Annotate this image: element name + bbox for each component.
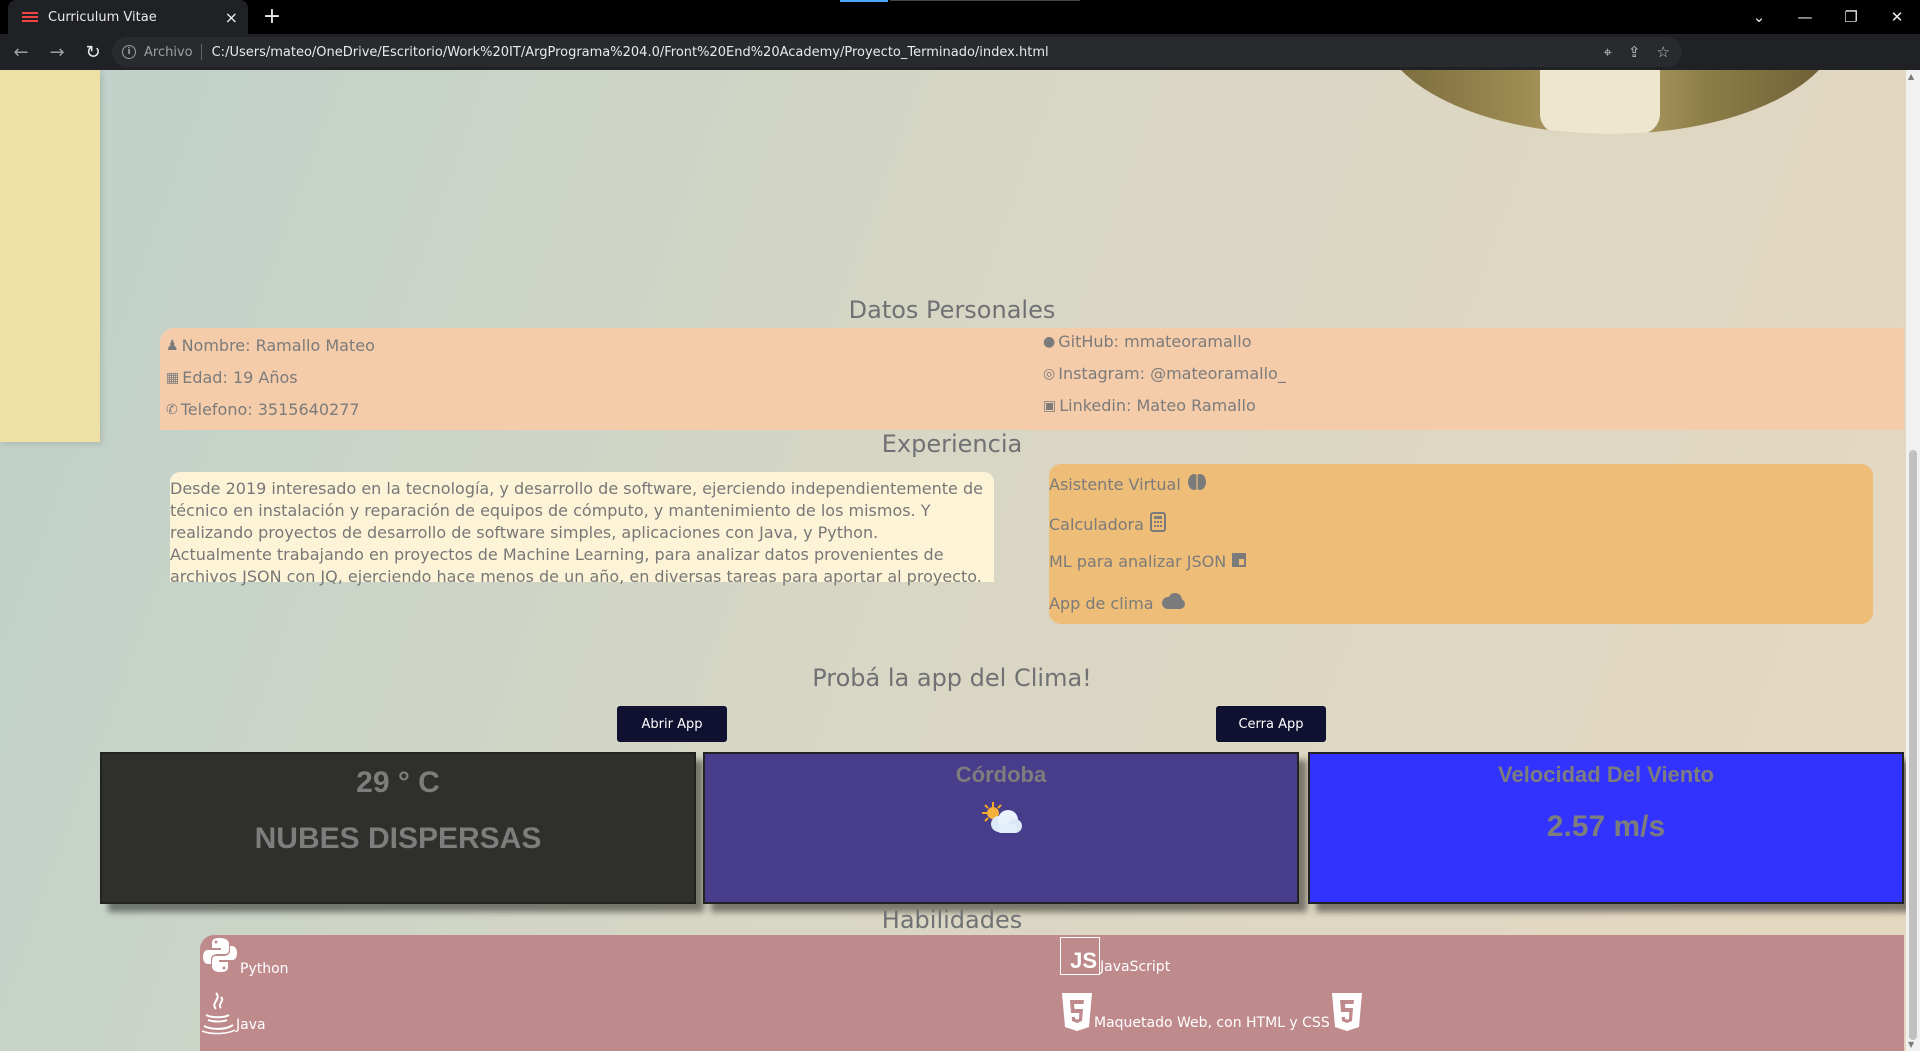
tab-favicon-icon (22, 12, 38, 22)
weather-description: NUBES DISPERSAS (254, 822, 542, 855)
page-viewport: Datos Personales ♟ Nombre: Ramallo Mateo… (0, 70, 1920, 1051)
weather-section-title: Probá la app del Clima! (812, 664, 1092, 692)
project-label[interactable]: Asistente Virtual (1049, 475, 1181, 494)
scrollbar-thumb[interactable] (1909, 450, 1917, 1040)
js-badge-text: JS (1070, 948, 1097, 973)
calculator-icon (1149, 512, 1166, 536)
skills-panel: Python JS JavaScript Java Maquetado Web,… (200, 935, 1904, 1051)
browser-tab[interactable]: Curriculum Vitae × (8, 0, 248, 34)
skill-python: Python (200, 935, 289, 979)
open-app-button[interactable]: Abrir App (617, 706, 727, 742)
scroll-down-arrow-icon[interactable]: ▼ (1908, 1040, 1914, 1049)
tab-title: Curriculum Vitae (48, 9, 157, 25)
project-item-asistente[interactable]: Asistente Virtual (1049, 472, 1207, 496)
css3-icon (1330, 991, 1364, 1037)
scroll-up-arrow-icon[interactable]: ▲ (1908, 72, 1914, 81)
browser-toolbar: ← → ↻ i Archivo C:/Users/mateo/OneDrive/… (0, 34, 1920, 97)
json-icon (1232, 552, 1247, 571)
forward-arrow-icon[interactable]: → (42, 42, 72, 63)
tab-search-icon[interactable]: ⌄ (1736, 0, 1782, 34)
site-info-icon[interactable]: i (122, 45, 136, 59)
personal-linkedin-text[interactable]: Linkedin: Mateo Ramallo (1059, 396, 1256, 415)
photo-figure (1540, 70, 1660, 134)
personal-github[interactable]: ● GitHub: mmateoramallo (1043, 332, 1251, 351)
skills-section-title: Habilidades (881, 906, 1023, 934)
cloud-icon (1160, 592, 1186, 614)
java-icon (200, 991, 236, 1039)
personal-name: ♟ Nombre: Ramallo Mateo (166, 336, 375, 355)
wind-value: 2.57 m/s (1546, 810, 1666, 843)
personal-data-panel: ♟ Nombre: Ramallo Mateo ▦ Edad: 19 Años … (160, 328, 1904, 430)
experience-paragraph-2: Actualmente trabajando en proyectos de M… (170, 545, 982, 586)
github-icon: ● (1043, 333, 1056, 350)
bookmark-star-icon[interactable]: ☆ (1657, 43, 1670, 61)
skill-html-css: Maquetado Web, con HTML y CSS (1060, 991, 1364, 1037)
close-window-button[interactable]: ✕ (1874, 0, 1920, 34)
experience-description: Desde 2019 interesado en la tecnología, … (170, 472, 994, 586)
restore-button[interactable]: ❐ (1828, 0, 1874, 34)
personal-phone: ✆ Telefono: 3515640277 (166, 400, 360, 419)
personal-age: ▦ Edad: 19 Años (166, 368, 298, 387)
share-icon[interactable]: ⇪ (1628, 43, 1641, 61)
projects-panel: Asistente Virtual Calculadora ML para an… (1049, 464, 1873, 624)
personal-section-title: Datos Personales (848, 296, 1056, 324)
project-label[interactable]: ML para analizar JSON (1049, 552, 1226, 571)
personal-age-text: Edad: 19 Años (182, 368, 298, 387)
linkedin-icon: ▣ (1043, 397, 1057, 414)
personal-name-text: Nombre: Ramallo Mateo (181, 336, 375, 355)
skill-java: Java (200, 991, 266, 1039)
personal-linkedin[interactable]: ▣ Linkedin: Mateo Ramallo (1043, 396, 1256, 415)
experience-section-title: Experiencia (881, 430, 1023, 458)
personal-instagram[interactable]: ◎ Instagram: @mateoramallo_ (1043, 364, 1286, 383)
tab-close-icon[interactable]: × (225, 8, 238, 27)
python-icon (200, 935, 240, 979)
project-item-calculadora[interactable]: Calculadora (1049, 512, 1166, 536)
window-controls: ⌄ — ❐ ✕ (1736, 0, 1920, 34)
side-panel-block (0, 70, 100, 442)
experience-paragraph-1: Desde 2019 interesado en la tecnología, … (170, 479, 983, 542)
html5-icon (1060, 991, 1094, 1037)
javascript-icon: JS (1060, 937, 1100, 975)
personal-github-text[interactable]: GitHub: mmateoramallo (1058, 332, 1251, 351)
skill-javascript: JS JavaScript (1060, 937, 1170, 975)
back-arrow-icon[interactable]: ← (6, 42, 36, 63)
reload-icon[interactable]: ↻ (78, 42, 108, 63)
location-icon[interactable]: ⌖ (1604, 43, 1612, 61)
person-icon: ♟ (166, 337, 179, 354)
project-label[interactable]: Calculadora (1049, 515, 1144, 534)
wind-card: Velocidad Del Viento 2.57 m/s (1308, 752, 1904, 904)
calendar-icon: ▦ (166, 369, 180, 386)
project-item-ml-json[interactable]: ML para analizar JSON (1049, 552, 1247, 571)
profile-photo (1380, 70, 1840, 134)
city-name: Córdoba (955, 762, 1047, 787)
wind-label: Velocidad Del Viento (1498, 762, 1714, 787)
address-bar[interactable]: i Archivo C:/Users/mateo/OneDrive/Escrit… (112, 37, 1682, 67)
new-tab-button[interactable]: + (258, 3, 286, 31)
close-app-button[interactable]: Cerra App (1216, 706, 1326, 742)
address-separator (200, 44, 202, 60)
skill-label: Java (236, 1017, 266, 1033)
page-scrollbar[interactable]: ▲ ▼ (1906, 70, 1920, 1051)
project-label[interactable]: App de clima (1049, 594, 1154, 613)
temperature-card: 29 ° C NUBES DISPERSAS (100, 752, 696, 904)
phone-icon: ✆ (166, 401, 178, 418)
instagram-icon: ◎ (1043, 365, 1056, 382)
city-card: Córdoba (703, 752, 1299, 904)
skill-label: Maquetado Web, con HTML y CSS (1094, 1015, 1330, 1031)
titlebar-accent (840, 0, 888, 2)
address-url[interactable]: C:/Users/mateo/OneDrive/Escritorio/Work%… (212, 45, 1049, 60)
titlebar-divider (890, 0, 1080, 1)
address-bar-actions: ⌖ ⇪ ☆ (1604, 37, 1670, 67)
browser-titlebar: Curriculum Vitae × + ⌄ — ❐ ✕ (0, 0, 1920, 34)
address-scheme-label: Archivo (144, 44, 193, 60)
temperature-value: 29 ° C (356, 766, 440, 799)
personal-instagram-text[interactable]: Instagram: @mateoramallo_ (1058, 364, 1286, 383)
brain-icon (1187, 472, 1207, 496)
personal-phone-text: Telefono: 3515640277 (180, 400, 360, 419)
partly-cloudy-icon (705, 800, 1297, 843)
skill-label: JavaScript (1100, 959, 1171, 975)
minimize-button[interactable]: — (1782, 0, 1828, 34)
project-item-clima[interactable]: App de clima (1049, 592, 1186, 614)
skill-label: Python (240, 961, 289, 977)
